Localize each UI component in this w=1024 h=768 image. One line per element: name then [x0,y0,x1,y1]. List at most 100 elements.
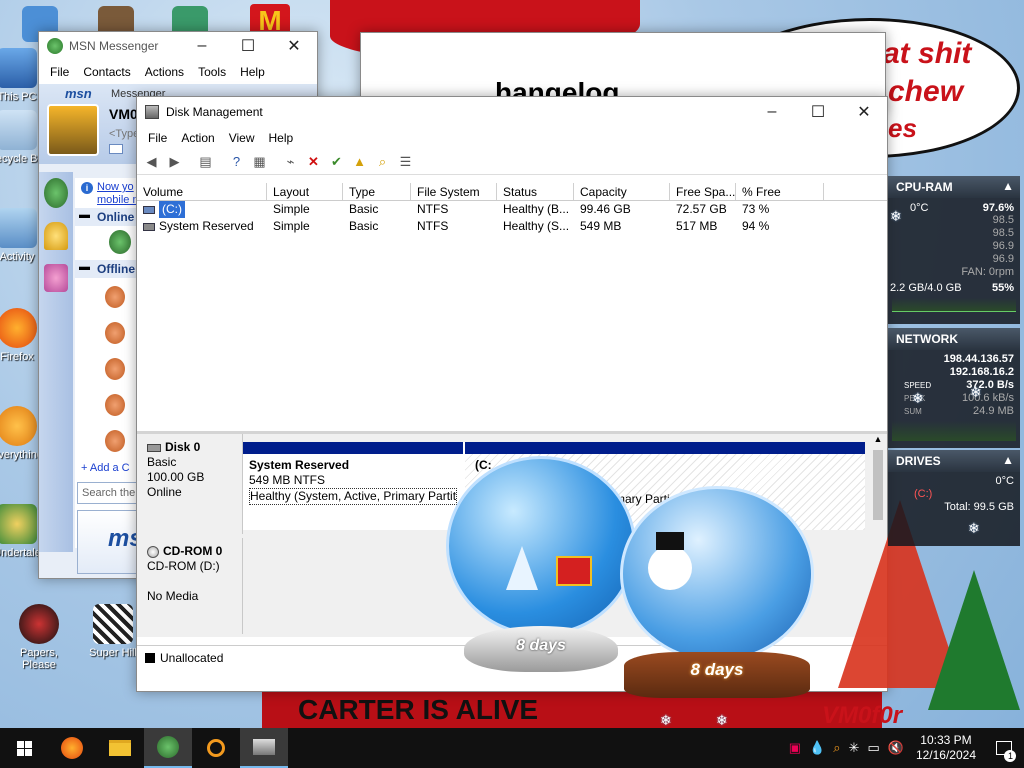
msn-menu-help[interactable]: Help [233,65,272,79]
list-view-icon[interactable]: ☰ [395,151,416,172]
snow-globe-left: 8 days [446,456,636,676]
notice-line-2[interactable]: mobile n [97,194,139,206]
network-gadget[interactable]: NETWORK 198.44.136.57 192.168.16.2 SPEED… [888,328,1020,448]
scroll-up-icon[interactable]: ▲ [871,434,885,444]
dm-close-button[interactable]: ✕ [841,97,887,127]
dm-menu-help[interactable]: Help [262,131,301,145]
cdrom0-label[interactable]: CD-ROM 0 CD-ROM (D:) No Media [137,538,243,634]
col-file-system[interactable]: File System [411,183,497,200]
status-cell: Healthy (B... [503,202,570,216]
collapse-icon[interactable]: ▲ [1002,179,1014,193]
msn-close-button[interactable]: ✕ [271,31,317,61]
col-percent-free[interactable]: % Free [736,183,824,200]
volume-list-header: Volume Layout Type File System Status Ca… [137,183,887,201]
notification-button[interactable]: 1 [984,728,1024,768]
undertale-icon [0,504,37,544]
help-icon[interactable]: ? [226,151,247,172]
disk-management-icon [145,105,159,119]
mail-icon[interactable] [109,144,123,154]
msn-title: MSN Messenger [69,39,159,53]
shopping-tab-icon[interactable] [44,264,68,292]
desktop-icon-papers-please[interactable]: Papers, Please [4,604,74,671]
col-status[interactable]: Status [497,183,574,200]
snowflake-icon: ❄ [968,520,980,536]
tray-app-icon[interactable]: ▣ [785,740,805,756]
msn-menu-tools[interactable]: Tools [191,65,233,79]
add-contact-link[interactable]: + Add a C [81,462,130,474]
drive-icon [143,222,155,231]
col-type[interactable]: Type [343,183,411,200]
cpu-ram-title: CPU-RAM [896,180,953,194]
snow-globe-right: 8 days [614,486,818,700]
taskbar-firefox[interactable] [48,728,96,768]
contacts-tab-icon[interactable] [44,178,68,208]
disk0-label[interactable]: Disk 0 Basic 100.00 GB Online [137,434,243,534]
msn-username[interactable]: VM0 [109,106,138,122]
group-offline-label: Offline [97,262,135,276]
msn-menu-file[interactable]: File [43,65,76,79]
sysres-partition[interactable]: System Reserved 549 MB NTFS Healthy (Sys… [243,442,463,530]
alerts-tab-icon[interactable] [44,222,68,250]
col-free-space[interactable]: Free Spa... [670,183,736,200]
taskbar-msn[interactable] [144,728,192,768]
tray-search-icon[interactable]: ⌕ [829,740,844,756]
cpu-ram-gadget[interactable]: CPU-RAM ▲ 0°C 97.6% 98.5 98.5 96.9 96.9 F… [888,176,1020,324]
dm-menu-view[interactable]: View [222,131,262,145]
folder-up-icon[interactable]: ▲ [349,151,370,172]
notice-line-1[interactable]: Now yo [97,181,134,193]
show-hide-console-tree-icon[interactable]: ▤ [195,151,216,172]
taskbar-disk-management[interactable] [240,728,288,768]
dm-titlebar[interactable]: Disk Management – ☐ ✕ [137,97,887,127]
msn-minimize-button[interactable]: – [179,31,225,61]
network-icon[interactable]: ▭ [863,740,883,756]
dm-maximize-button[interactable]: ☐ [795,97,841,127]
contact-online-icon[interactable] [109,230,131,254]
back-arrow-icon[interactable]: ◀ [141,151,162,172]
properties-icon[interactable]: ▦ [249,151,270,172]
start-button[interactable] [0,728,48,768]
collapse-icon[interactable]: ▲ [1002,453,1014,467]
tray-drop-icon[interactable]: 💧 [805,740,829,756]
layout-cell: Simple [273,219,310,233]
clock-date: 12/16/2024 [915,748,976,762]
taskbar-file-explorer[interactable] [96,728,144,768]
cdrom0-drive: CD-ROM (D:) [147,559,220,573]
taskbar-search-tool[interactable] [192,728,240,768]
msn-menu-actions[interactable]: Actions [138,65,191,79]
core-2: 98.5 [992,227,1014,239]
volume-row[interactable]: (C:) Simple Basic NTFS Healthy (B... 99.… [137,201,887,218]
dm-menu-action[interactable]: Action [174,131,221,145]
msn-maximize-button[interactable]: ☐ [225,31,271,61]
dm-menu-file[interactable]: File [141,131,174,145]
magnifier-icon [207,739,225,757]
msn-search-placeholder: Search the [82,487,136,499]
col-capacity[interactable]: Capacity [574,183,670,200]
check-icon[interactable]: ✔ [326,151,347,172]
forward-arrow-icon[interactable]: ▶ [164,151,185,172]
tray-snowflake-icon[interactable]: ✳ [845,740,864,756]
volume-row[interactable]: System Reserved Simple Basic NTFS Health… [137,218,887,235]
msn-personal-message[interactable]: <Type [109,128,139,140]
delete-icon[interactable]: ✕ [303,151,324,172]
msn-buddy-icon [157,736,179,758]
folder-search-icon[interactable]: ⌕ [372,151,393,172]
col-volume[interactable]: Volume [137,183,267,200]
msn-titlebar[interactable]: MSN Messenger – ☐ ✕ [39,32,317,60]
gift-icon [556,556,592,586]
connect-icon[interactable]: ⌁ [280,151,301,172]
col-layout[interactable]: Layout [267,183,343,200]
volume-muted-icon[interactable]: 🔇 [884,740,908,756]
globe-base: 8 days [624,652,810,698]
group-online-label: Online [97,210,135,224]
contact-offline-icon[interactable] [105,430,125,452]
msn-avatar[interactable] [47,104,99,156]
contact-offline-icon[interactable] [105,394,125,416]
contact-offline-icon[interactable] [105,322,125,344]
contact-offline-icon[interactable] [105,358,125,380]
clock[interactable]: 10:33 PM 12/16/2024 [908,733,984,763]
desktop-icon-label: Firefox [0,351,34,363]
dm-minimize-button[interactable]: – [749,97,795,127]
drives-gadget[interactable]: DRIVES ▲ 0°C (C:) Total: 99.5 GB [888,450,1020,546]
contact-offline-icon[interactable] [105,286,125,308]
msn-menu-contacts[interactable]: Contacts [76,65,137,79]
